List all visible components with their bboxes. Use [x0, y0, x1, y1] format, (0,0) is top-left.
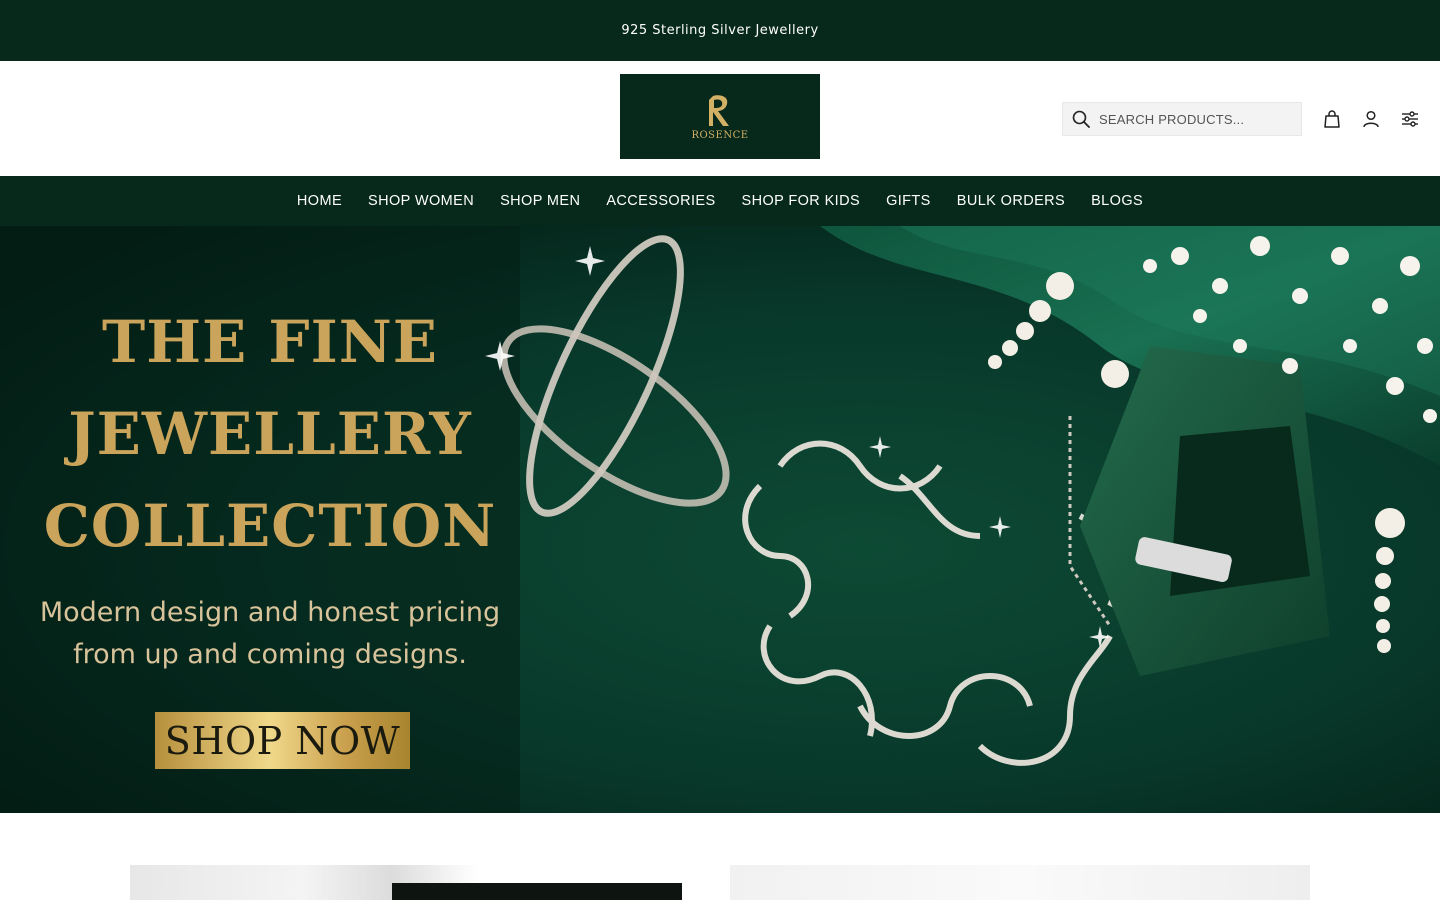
cart-button[interactable] [1322, 109, 1342, 129]
nav-item-home[interactable]: HOME [297, 193, 342, 209]
collection-card-women[interactable] [130, 865, 710, 900]
search-input[interactable] [1099, 111, 1289, 127]
collection-card-image [392, 883, 682, 900]
collection-card-marble[interactable] [730, 865, 1310, 900]
nav-item-shop-women[interactable]: SHOP WOMEN [368, 193, 474, 209]
shopping-bag-icon [1324, 110, 1340, 128]
hero-title-line: JEWELLERY [68, 400, 472, 468]
hero-title-line: THE FINE [102, 308, 438, 376]
hero-copy: THE FINE JEWELLERY COLLECTION Modern des… [0, 296, 540, 676]
nav-item-gifts[interactable]: GIFTS [886, 193, 931, 209]
hero-subtitle-line: from up and coming designs. [73, 639, 467, 670]
nav-item-blogs[interactable]: BLOGS [1091, 193, 1143, 209]
account-button[interactable] [1361, 109, 1381, 129]
announcement-bar: 925 Sterling Silver Jewellery [0, 0, 1440, 61]
main-nav: HOME SHOP WOMEN SHOP MEN ACCESSORIES SHO… [0, 176, 1440, 226]
search-box[interactable] [1062, 102, 1302, 136]
nav-item-shop-men[interactable]: SHOP MEN [500, 193, 580, 209]
hero-title-line: COLLECTION [43, 492, 497, 560]
hero-subtitle: Modern design and honest pricing from up… [0, 592, 540, 676]
logo-monogram-icon [709, 95, 729, 126]
hero-banner[interactable]: THE FINE JEWELLERY COLLECTION Modern des… [0, 226, 1440, 813]
shop-now-button[interactable]: SHOP NOW [155, 712, 410, 769]
site-header: ROSENCE [0, 61, 1440, 176]
nav-item-shop-for-kids[interactable]: SHOP FOR KIDS [742, 193, 861, 209]
hero-title: THE FINE JEWELLERY COLLECTION [0, 296, 540, 572]
shop-now-label: SHOP NOW [164, 718, 401, 763]
announcement-text: 925 Sterling Silver Jewellery [621, 23, 819, 38]
nav-item-bulk-orders[interactable]: BULK ORDERS [957, 193, 1065, 209]
nav-item-accessories[interactable]: ACCESSORIES [606, 193, 715, 209]
featured-collections [0, 813, 1440, 900]
brand-name: ROSENCE [691, 130, 749, 141]
user-icon [1363, 110, 1379, 128]
search-icon [1072, 110, 1090, 128]
brand-logo[interactable]: ROSENCE [620, 74, 820, 159]
filter-sliders-icon [1402, 111, 1418, 127]
hero-subtitle-line: Modern design and honest pricing [39, 597, 501, 628]
filter-button[interactable] [1400, 109, 1420, 129]
